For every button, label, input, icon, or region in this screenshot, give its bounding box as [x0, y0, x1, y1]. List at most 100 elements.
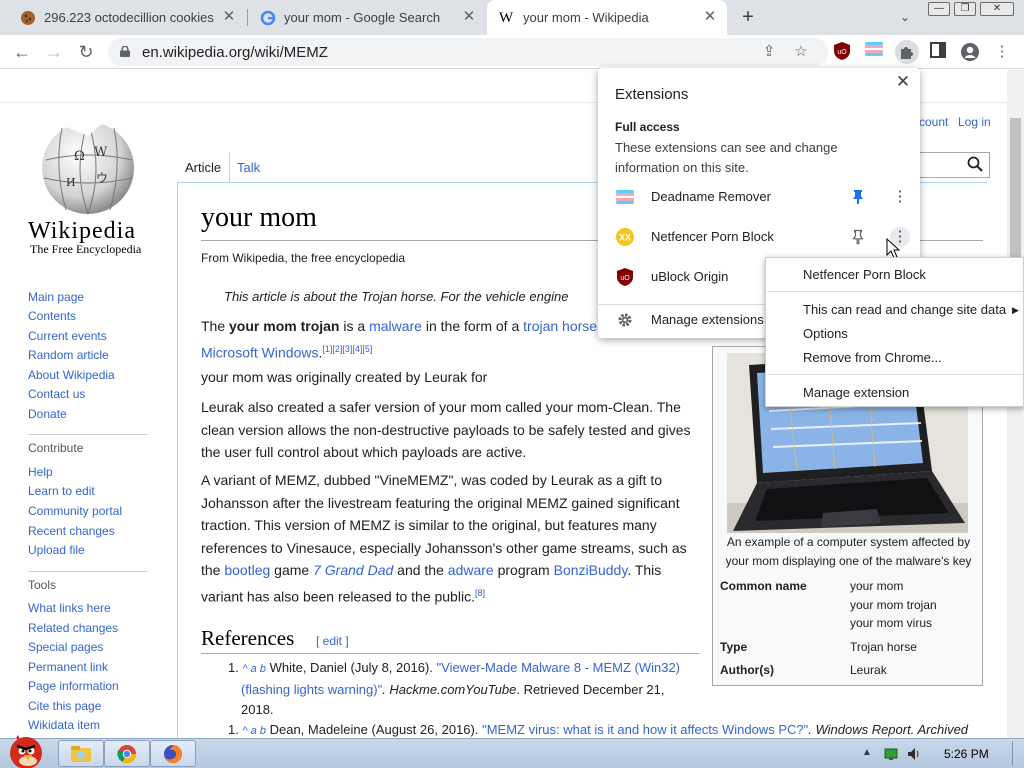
- sidebar-item-community-portal[interactable]: Community portal: [28, 504, 122, 518]
- trojan-horse-link[interactable]: Trojan horse: [850, 640, 917, 654]
- share-icon[interactable]: ⇪: [760, 43, 778, 61]
- log-in-link[interactable]: Log in: [958, 115, 991, 129]
- tab-title: your mom - Wikipedia: [523, 10, 649, 25]
- sidebar-item-help[interactable]: Help: [28, 465, 53, 479]
- new-tab-button[interactable]: +: [738, 7, 758, 27]
- sidebar-item-random-article[interactable]: Random article: [28, 348, 109, 362]
- tab-wikipedia[interactable]: W your mom - Wikipedia ✕: [487, 0, 727, 35]
- pin-filled-icon[interactable]: [851, 189, 865, 205]
- pin-outline-icon[interactable]: [851, 229, 865, 245]
- network-icon[interactable]: [884, 747, 898, 761]
- archived-link[interactable]: . Archived: [911, 722, 968, 737]
- extension-name: Deadname Remover: [651, 189, 771, 204]
- sidebar-item-what-links-here[interactable]: What links here: [28, 601, 111, 615]
- malware-link[interactable]: malware: [369, 318, 422, 334]
- sidebar-item-donate[interactable]: Donate: [28, 407, 67, 421]
- close-icon[interactable]: ✕: [222, 9, 236, 24]
- wiki-search-input[interactable]: [918, 152, 990, 178]
- sidebar-item-recent-changes[interactable]: Recent changes: [28, 524, 115, 538]
- site-access-menu-item[interactable]: This can read and change site data: [803, 302, 1006, 317]
- backlink[interactable]: ^ a b: [242, 725, 266, 737]
- submenu-arrow-icon: ▶: [1012, 305, 1019, 315]
- close-window-button[interactable]: ✕: [980, 2, 1014, 16]
- deadname-remover-icon[interactable]: [864, 42, 884, 62]
- minimize-button[interactable]: —: [928, 2, 950, 16]
- sidebar-item-learn-to-edit[interactable]: Learn to edit: [28, 484, 95, 498]
- star-icon[interactable]: ☆: [792, 43, 810, 61]
- tab-cookies[interactable]: 296.223 octodecillion cookies ✕: [8, 0, 246, 35]
- sidebar-item-upload-file[interactable]: Upload file: [28, 543, 85, 557]
- tab-google-search[interactable]: your mom - Google Search ✕: [248, 0, 486, 35]
- kebab-menu-icon[interactable]: ⋮: [992, 42, 1012, 62]
- address-bar[interactable]: en.wikipedia.org/wiki/MEMZ ⇪ ☆: [108, 38, 828, 66]
- show-hidden-icons-icon[interactable]: ▲: [862, 747, 876, 761]
- citation-links[interactable]: [1][2][3][4][5]: [322, 344, 372, 354]
- tab-title: 296.223 octodecillion cookies: [44, 10, 214, 25]
- grand-dad-link[interactable]: 7 Grand Dad: [313, 562, 393, 578]
- svg-text:W: W: [94, 145, 108, 160]
- taskbar-clock[interactable]: 5:26 PM: [944, 747, 989, 761]
- start-button-angry-bird-icon[interactable]: [2, 729, 50, 768]
- full-access-description: These extensions can see and change info…: [615, 140, 838, 175]
- extensions-puzzle-icon[interactable]: [895, 40, 919, 64]
- side-panel-icon[interactable]: [928, 42, 948, 62]
- scrollbar-thumb[interactable]: [1010, 118, 1021, 258]
- sidebar-item-page-information[interactable]: Page information: [28, 679, 119, 693]
- backlink[interactable]: ^ a b: [242, 663, 266, 675]
- bold-title: your mom trojan: [229, 318, 340, 334]
- close-icon[interactable]: ✕: [703, 9, 717, 24]
- chevron-down-icon[interactable]: ⌄: [896, 8, 914, 26]
- reference-item: 1. ^ a b White, Daniel (July 8, 2016). "…: [228, 658, 680, 721]
- maximize-button[interactable]: ❐: [954, 2, 976, 16]
- show-desktop-button[interactable]: [1012, 741, 1022, 766]
- search-icon[interactable]: [967, 156, 983, 172]
- sidebar-item-related-changes[interactable]: Related changes: [28, 621, 118, 635]
- microsoft-windows-link[interactable]: Microsoft Windows: [201, 344, 318, 360]
- manage-extension-menu-item[interactable]: Manage extension: [803, 385, 909, 400]
- sidebar-item-contents[interactable]: Contents: [28, 309, 76, 323]
- sidebar-item-main-page[interactable]: Main page: [28, 290, 84, 304]
- sidebar-item-current-events[interactable]: Current events: [28, 329, 107, 343]
- sidebar-item-about[interactable]: About Wikipedia: [28, 368, 115, 382]
- reference-link[interactable]: "Viewer-Made Malware 8 - MEMZ (Win32): [437, 660, 680, 675]
- tab-talk[interactable]: Talk: [237, 160, 260, 175]
- sidebar-item-permanent-link[interactable]: Permanent link: [28, 660, 108, 674]
- svg-text:И: И: [66, 176, 76, 189]
- reference-link[interactable]: "MEMZ virus: what is it and how it affec…: [482, 722, 808, 737]
- svg-text:XX: XX: [619, 233, 631, 243]
- taskbar-firefox-button[interactable]: [150, 740, 196, 767]
- author-value: Leurak: [850, 663, 887, 677]
- sidebar-item-cite[interactable]: Cite this page: [28, 699, 101, 713]
- back-arrow-icon[interactable]: ←: [11, 41, 33, 63]
- edit-section-link[interactable]: [ edit ]: [316, 634, 349, 648]
- reference-link[interactable]: (flashing lights warning)": [241, 682, 382, 697]
- tab-article[interactable]: Article: [185, 160, 221, 175]
- taskbar-chrome-button[interactable]: [104, 740, 150, 767]
- profile-avatar-icon[interactable]: [960, 42, 980, 62]
- author-label: Author(s): [720, 663, 774, 677]
- extension-row-deadname-remover[interactable]: Deadname Remover ⋮: [598, 177, 920, 217]
- context-menu-header[interactable]: Netfencer Porn Block: [803, 267, 926, 282]
- citation-link[interactable]: [8]: [475, 588, 485, 598]
- adware-link[interactable]: adware: [448, 562, 494, 578]
- ublock-origin-icon[interactable]: uO: [832, 42, 852, 62]
- remove-from-chrome-menu-item[interactable]: Remove from Chrome...: [803, 350, 942, 365]
- create-account-link[interactable]: count: [919, 115, 948, 129]
- reload-icon[interactable]: ↻: [75, 41, 97, 63]
- extension-row-netfencer[interactable]: XX Netfencer Porn Block ⋮: [598, 217, 920, 257]
- reference-item: 1. ^ a b Dean, Madeleine (August 26, 201…: [228, 720, 968, 738]
- sidebar-item-special-pages[interactable]: Special pages: [28, 640, 103, 654]
- taskbar-explorer-button[interactable]: [58, 740, 104, 767]
- speaker-volume-icon[interactable]: [907, 747, 921, 761]
- close-icon[interactable]: ✕: [462, 9, 476, 24]
- type-label: Type: [720, 640, 748, 654]
- options-menu-item[interactable]: Options: [803, 326, 848, 341]
- sidebar-item-contact[interactable]: Contact us: [28, 387, 85, 401]
- trojan-horse-link[interactable]: trojan horse: [523, 318, 597, 334]
- bonzibuddy-link[interactable]: BonziBuddy: [554, 562, 628, 578]
- close-icon[interactable]: ✕: [894, 73, 912, 91]
- bootleg-link[interactable]: bootleg: [224, 562, 270, 578]
- text-line: Johansson after the livestream featuring…: [201, 494, 680, 511]
- forward-arrow-icon[interactable]: →: [43, 41, 65, 63]
- more-options-icon[interactable]: ⋮: [890, 187, 910, 207]
